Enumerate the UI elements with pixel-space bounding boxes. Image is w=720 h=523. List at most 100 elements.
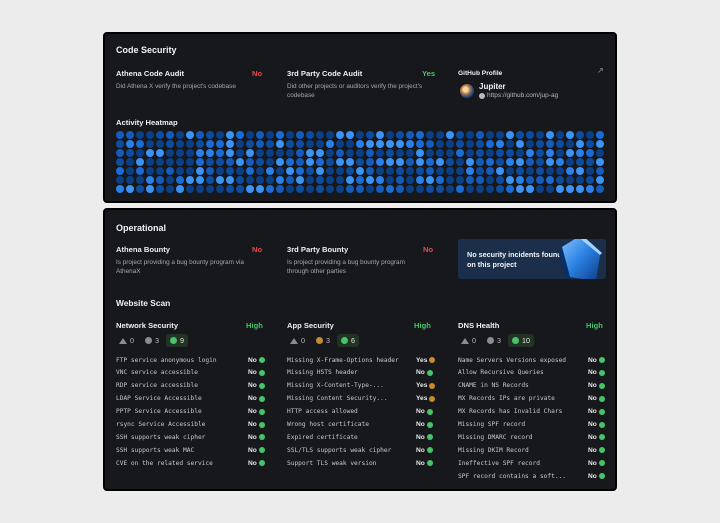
heatmap-cell bbox=[376, 167, 384, 175]
scan-row: Missing X-Content-Type-... Yes bbox=[287, 380, 436, 392]
heatmap-cell bbox=[446, 167, 454, 175]
heatmap-cell bbox=[206, 158, 214, 166]
check-status-icon bbox=[598, 421, 605, 428]
check-status-icon bbox=[426, 447, 433, 454]
scan-row-label: VNC service accessible bbox=[116, 369, 198, 377]
heatmap-cell bbox=[596, 167, 604, 175]
heatmap-cell bbox=[386, 185, 394, 193]
scan-row-value: No bbox=[588, 434, 605, 441]
heatmap-cell bbox=[286, 149, 294, 157]
ok-count: 9 bbox=[166, 334, 188, 347]
heatmap-cell bbox=[476, 140, 484, 148]
heatmap-cell bbox=[326, 185, 334, 193]
heatmap-cell bbox=[546, 140, 554, 148]
heatmap-cell bbox=[496, 176, 504, 184]
heatmap-cell bbox=[596, 176, 604, 184]
heatmap-cell bbox=[126, 158, 134, 166]
external-link-icon[interactable]: ↗ bbox=[597, 66, 604, 75]
scan-row-value-text: No bbox=[588, 446, 597, 454]
heatmap-cell bbox=[426, 185, 434, 193]
athena-bounty-status: No bbox=[252, 245, 263, 254]
heatmap-cell bbox=[496, 149, 504, 157]
heatmap-cell bbox=[176, 176, 184, 184]
heatmap-cell bbox=[426, 176, 434, 184]
heatmap-cell bbox=[276, 131, 284, 139]
heatmap-cell bbox=[566, 158, 574, 166]
third-party-audit-status: Yes bbox=[422, 69, 436, 78]
heatmap-cell bbox=[546, 176, 554, 184]
scan-row-label: RDP service accessible bbox=[116, 382, 198, 390]
heatmap-cell bbox=[406, 185, 414, 193]
heatmap-cell bbox=[496, 131, 504, 139]
heatmap-cell bbox=[386, 167, 394, 175]
heatmap-cell bbox=[176, 149, 184, 157]
scan-row-value-text: No bbox=[416, 433, 425, 441]
scan-row-value: No bbox=[588, 460, 605, 467]
heatmap-cell bbox=[246, 167, 254, 175]
heatmap-cell bbox=[556, 140, 564, 148]
scan-row-label: rsync Service Accessible bbox=[116, 421, 206, 428]
scan-row-value: No bbox=[588, 473, 605, 480]
heatmap-cell bbox=[486, 131, 494, 139]
neutral-count-value: 3 bbox=[497, 336, 501, 345]
heatmap-cell bbox=[116, 167, 124, 175]
heatmap-cell bbox=[526, 185, 534, 193]
scan-row: Missing X-Frame-Options header Yes bbox=[287, 354, 436, 366]
heatmap-cell bbox=[416, 185, 424, 193]
github-profile-name[interactable]: Jupiter bbox=[479, 82, 506, 91]
heatmap-cell bbox=[446, 176, 454, 184]
heatmap-cell bbox=[186, 185, 194, 193]
heatmap-cell bbox=[146, 176, 154, 184]
heatmap-cell bbox=[116, 158, 124, 166]
warning-count-value: 0 bbox=[301, 336, 305, 345]
heatmap-cell bbox=[116, 176, 124, 184]
heatmap-cell bbox=[366, 167, 374, 175]
heatmap-cell bbox=[536, 131, 544, 139]
heatmap-cell bbox=[196, 185, 204, 193]
heatmap-cell bbox=[526, 167, 534, 175]
operational-title: Operational bbox=[116, 223, 167, 233]
heatmap-cell bbox=[156, 185, 164, 193]
check-status-icon bbox=[258, 421, 265, 428]
heatmap-cell bbox=[436, 167, 444, 175]
scan-row: Missing DMARC record No bbox=[458, 431, 605, 443]
heatmap-cell bbox=[326, 131, 334, 139]
heatmap-cell bbox=[246, 140, 254, 148]
scan-row-label: Missing SPF record bbox=[458, 421, 526, 428]
scan-row-label: MX Records IPs are private bbox=[458, 395, 555, 403]
heatmap-cell bbox=[546, 185, 554, 193]
scan-row-value-text: No bbox=[248, 369, 257, 377]
scan-row-label: Missing Content Security... bbox=[287, 395, 388, 403]
heatmap-cell bbox=[306, 158, 314, 166]
scan-row-value-text: No bbox=[588, 382, 597, 390]
scan-row-value-text: No bbox=[588, 395, 597, 403]
scan-row-label: HTTP access allowed bbox=[287, 408, 358, 416]
heatmap-cell bbox=[356, 131, 364, 139]
heatmap-cell bbox=[256, 131, 264, 139]
heatmap-cell bbox=[296, 131, 304, 139]
check-status-icon bbox=[598, 434, 605, 441]
heatmap-cell bbox=[476, 167, 484, 175]
heatmap-cell bbox=[566, 176, 574, 184]
check-status-icon bbox=[598, 369, 605, 376]
heatmap-cell bbox=[586, 167, 594, 175]
scan-row-label: SSH supports weak cipher bbox=[116, 433, 206, 441]
check-status-icon bbox=[258, 447, 265, 454]
heatmap-cell bbox=[266, 176, 274, 184]
check-status-icon bbox=[258, 434, 265, 441]
heatmap-cell bbox=[516, 158, 524, 166]
heatmap-cell bbox=[446, 185, 454, 193]
athena-code-audit-desc: Did Athena X verify the project's codeba… bbox=[116, 83, 236, 90]
scan-column-title: DNS Health bbox=[458, 321, 500, 330]
check-icon bbox=[170, 337, 177, 344]
neutral-icon bbox=[145, 337, 152, 344]
scan-row-value: No bbox=[248, 382, 265, 389]
heatmap-cell bbox=[326, 158, 334, 166]
github-profile-url[interactable]: https://github.com/jup-ag bbox=[487, 92, 558, 99]
heatmap-cell bbox=[576, 140, 584, 148]
scan-counts: 0 3 10 bbox=[457, 334, 534, 347]
heatmap-cell bbox=[386, 131, 394, 139]
heatmap-cell bbox=[516, 176, 524, 184]
heatmap-cell bbox=[556, 131, 564, 139]
heatmap-cell bbox=[366, 131, 374, 139]
